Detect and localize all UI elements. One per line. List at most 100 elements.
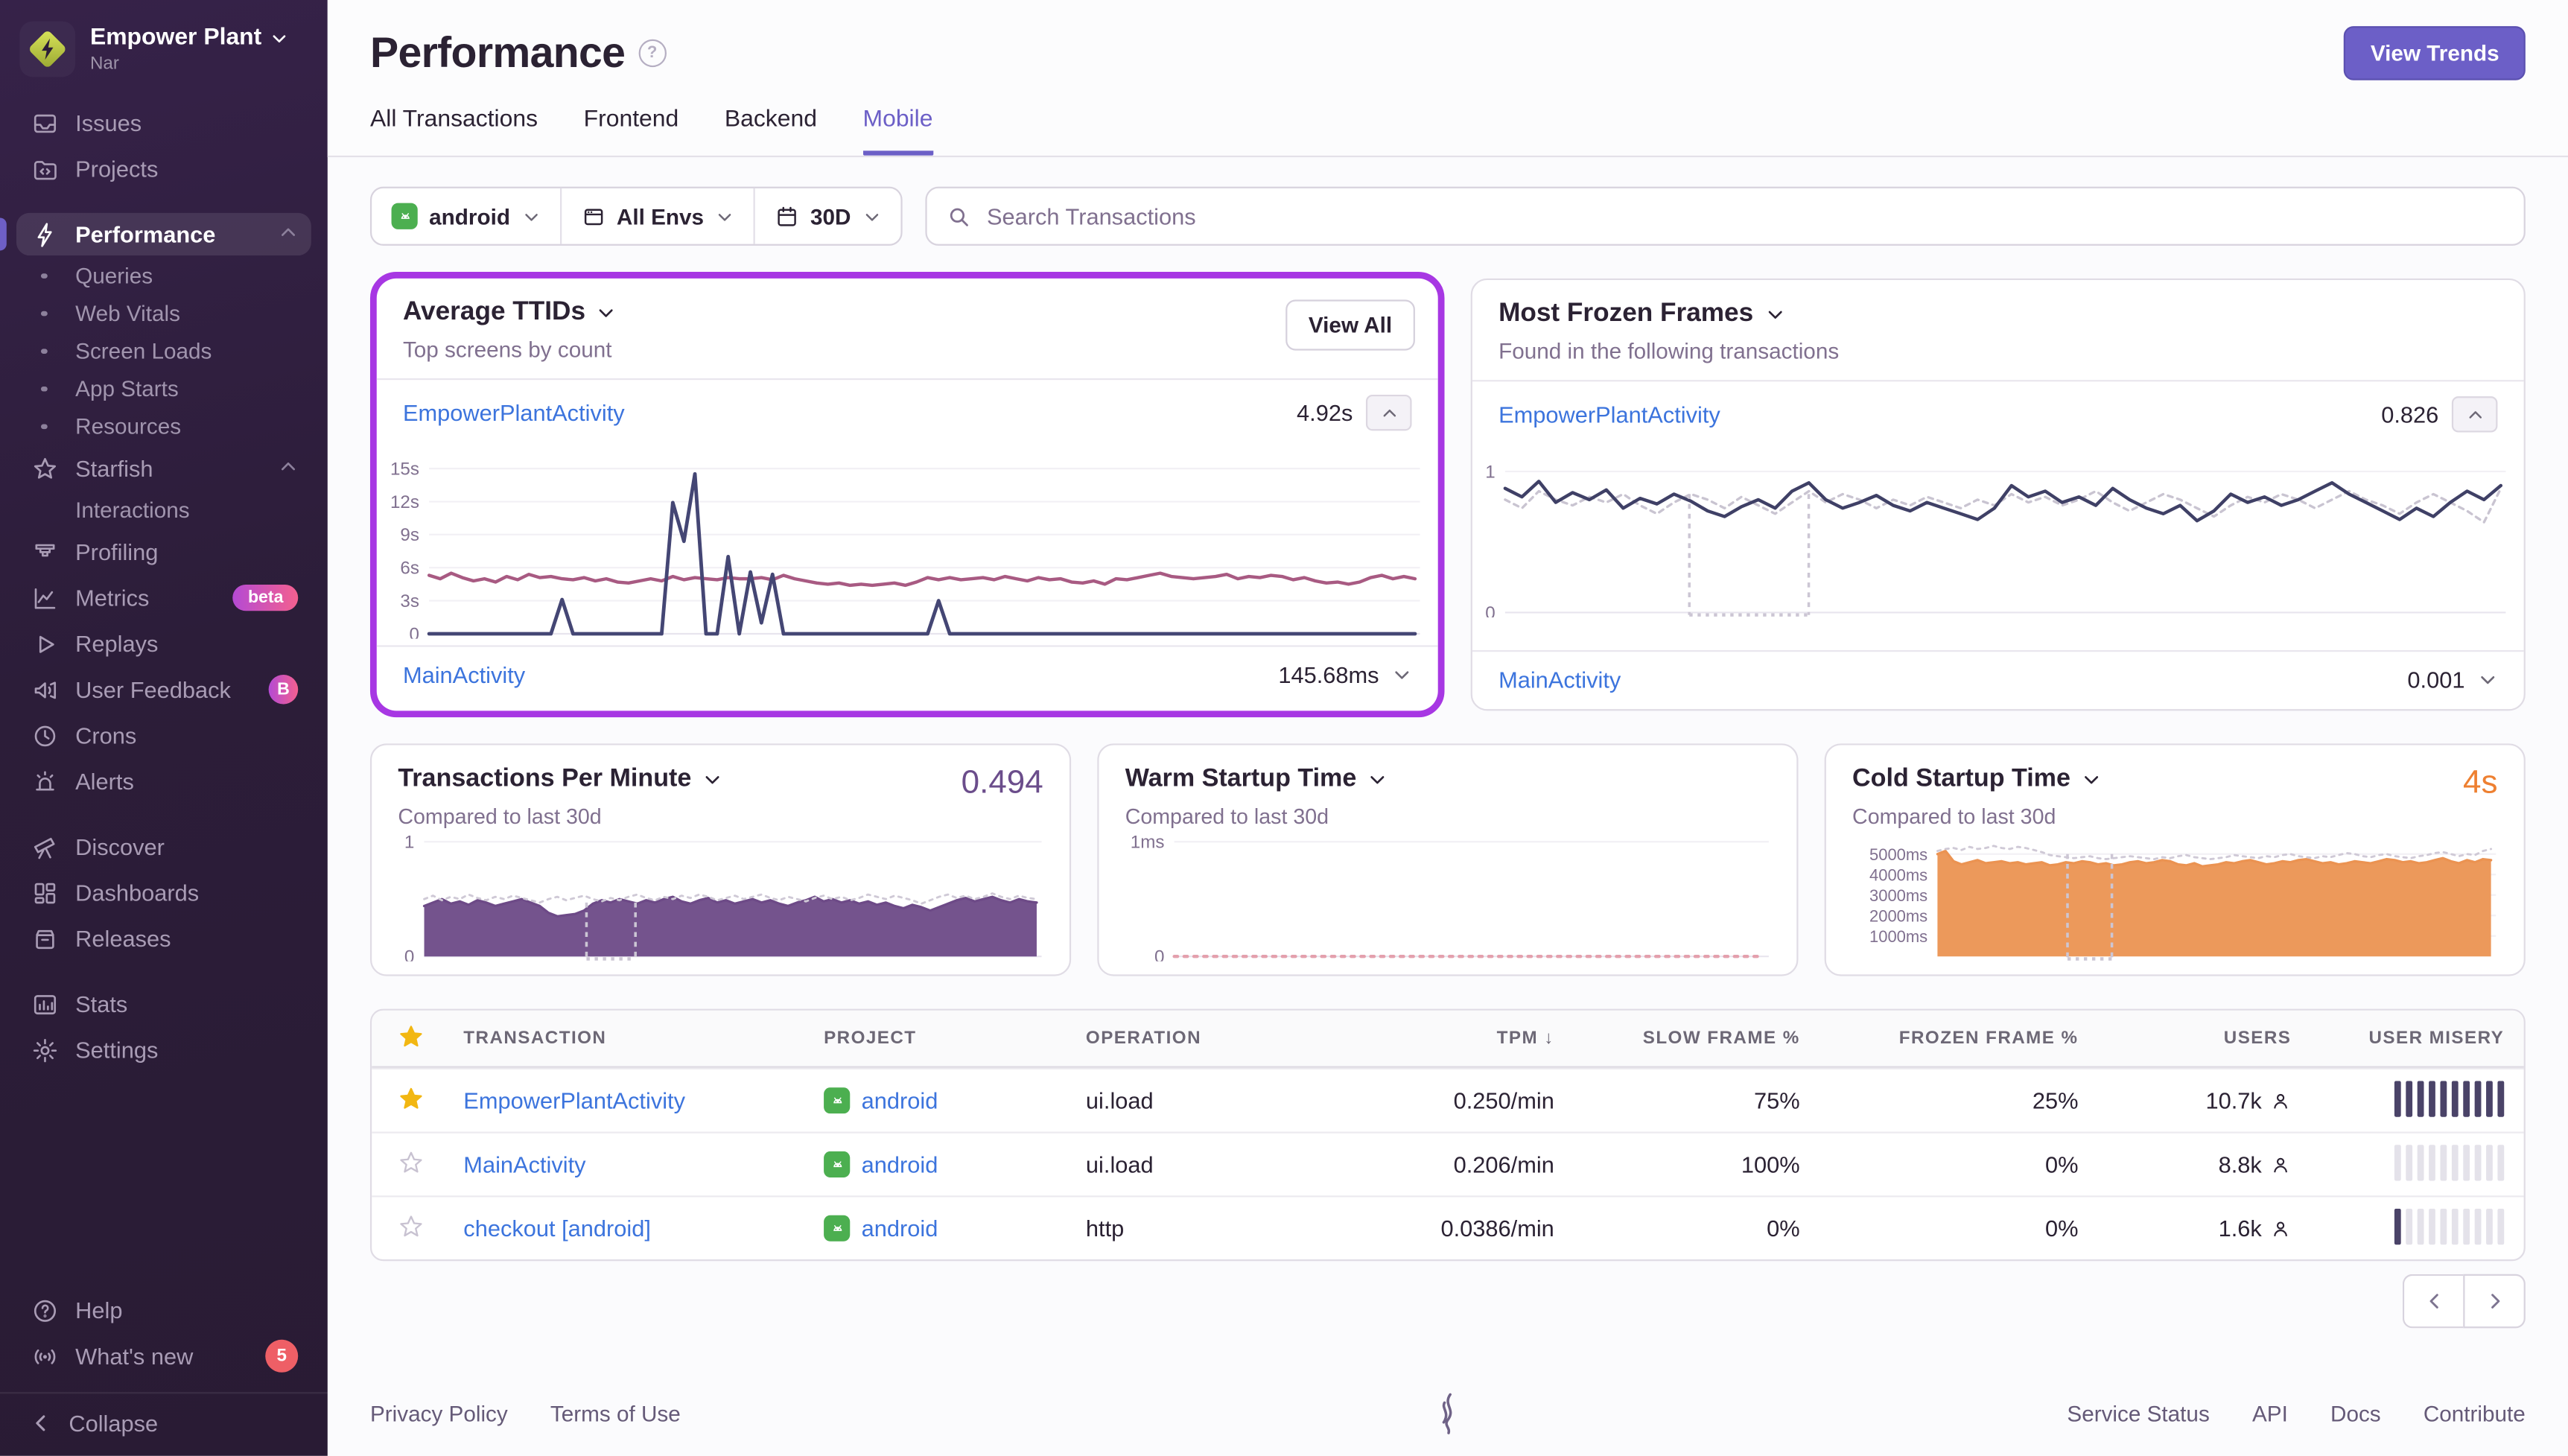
android-project-icon	[824, 1151, 851, 1178]
calendar-icon	[777, 206, 796, 226]
sidebar-item-dashboards[interactable]: Dashboards	[16, 871, 311, 914]
sidebar-item-app-starts[interactable]: App Starts	[16, 370, 311, 408]
svg-text:1: 1	[1485, 462, 1495, 482]
widget-transaction-row: EmpowerPlantActivity 0.826	[1472, 381, 2524, 447]
transaction-link[interactable]: EmpowerPlantActivity	[463, 1087, 685, 1113]
transaction-link[interactable]: checkout [android]	[463, 1215, 651, 1242]
org-switcher[interactable]: Empower Plant Nar	[0, 0, 328, 93]
column-header-star[interactable]	[372, 1023, 444, 1054]
sidebar-item-queries[interactable]: Queries	[16, 257, 311, 295]
environment-filter[interactable]: All Envs	[561, 188, 755, 244]
column-header-transaction[interactable]: TRANSACTION	[444, 1029, 804, 1048]
sidebar-item-help[interactable]: Help	[16, 1289, 311, 1332]
sidebar-item-label: Stats	[75, 991, 128, 1017]
column-header-operation[interactable]: OPERATION	[1067, 1029, 1361, 1048]
sidebar-item-stats[interactable]: Stats	[16, 982, 311, 1025]
svg-text:1000ms: 1000ms	[1869, 927, 1927, 946]
transaction-link[interactable]: MainActivity	[403, 661, 525, 687]
transaction-link[interactable]: MainActivity	[1498, 667, 1621, 693]
tab-backend[interactable]: Backend	[725, 107, 817, 156]
previous-page-button[interactable]	[2402, 1274, 2464, 1329]
slow-frame-cell: 100%	[1741, 1151, 1800, 1178]
column-header-tpm[interactable]: TPM ↓	[1361, 1029, 1574, 1048]
user-icon	[2274, 1221, 2287, 1236]
chevron-down-icon[interactable]	[1368, 770, 1388, 789]
sidebar-item-discover[interactable]: Discover	[16, 825, 311, 868]
view-all-button[interactable]: View All	[1285, 299, 1415, 351]
sidebar-item-profiling[interactable]: Profiling	[16, 530, 311, 573]
column-header-slow-frame-[interactable]: SLOW FRAME %	[1574, 1029, 1819, 1048]
sidebar-item-whats-new[interactable]: What's new 5	[16, 1333, 311, 1379]
chevron-down-icon[interactable]	[597, 303, 616, 322]
project-link[interactable]: android	[824, 1215, 1046, 1242]
transaction-link[interactable]: MainActivity	[463, 1151, 585, 1177]
expand-series-button[interactable]	[1392, 665, 1411, 684]
sidebar-item-screen-loads[interactable]: Screen Loads	[16, 332, 311, 370]
expand-series-button[interactable]	[2478, 670, 2497, 689]
transaction-link[interactable]: EmpowerPlantActivity	[403, 400, 625, 426]
sidebar-item-releases[interactable]: Releases	[16, 917, 311, 959]
star-filled-icon[interactable]	[398, 1023, 424, 1049]
sidebar-item-label: Crons	[75, 722, 137, 748]
page-footer: Privacy Policy Terms of Use Service Statu…	[370, 1376, 2526, 1456]
chevron-down-icon	[718, 213, 731, 220]
sidebar-item-label: Performance	[75, 220, 216, 248]
collapse-series-button[interactable]	[2451, 396, 2498, 433]
column-header-project[interactable]: PROJECT	[804, 1029, 1067, 1048]
date-filter[interactable]: 30D	[754, 188, 900, 244]
svg-text:12s: 12s	[390, 492, 419, 512]
sidebar-item-web-vitals[interactable]: Web Vitals	[16, 295, 311, 333]
column-header-user-misery[interactable]: USER MISERY	[2311, 1029, 2524, 1048]
next-page-button[interactable]	[2463, 1274, 2526, 1329]
sidebar-item-starfish[interactable]: Starfish	[16, 447, 311, 489]
chevron-down-icon	[524, 213, 537, 220]
frozen-frame-cell: 0%	[2045, 1151, 2079, 1178]
sidebar-item-metrics[interactable]: Metrics beta	[16, 576, 311, 619]
column-header-frozen-frame-[interactable]: FROZEN FRAME %	[1819, 1029, 2098, 1048]
tpm-chart-svg: 10	[404, 835, 1042, 961]
frozen-chart: 10	[1479, 454, 2508, 617]
collapse-series-button[interactable]	[1365, 394, 1412, 431]
footer-link-terms-of-use[interactable]: Terms of Use	[550, 1402, 681, 1426]
sidebar-item-performance[interactable]: Performance	[0, 212, 311, 256]
sidebar-item-crons[interactable]: Crons	[16, 714, 311, 757]
transaction-link[interactable]: EmpowerPlantActivity	[1498, 401, 1720, 427]
sidebar-item-issues[interactable]: Issues	[16, 101, 311, 144]
sort-desc-icon: ↓	[1544, 1028, 1554, 1049]
chevron-down-icon[interactable]	[703, 770, 722, 789]
tab-mobile[interactable]: Mobile	[862, 107, 933, 156]
star-outline-icon[interactable]	[398, 1212, 424, 1239]
footer-link-service-status[interactable]: Service Status	[2067, 1402, 2209, 1426]
star-outline-icon[interactable]	[398, 1149, 424, 1175]
chevron-down-icon[interactable]	[2082, 770, 2101, 789]
view-trends-button[interactable]: View Trends	[2344, 26, 2526, 80]
sidebar-item-replays[interactable]: Replays	[16, 623, 311, 665]
sidebar-item-projects[interactable]: Projects	[16, 147, 311, 190]
project-link[interactable]: android	[824, 1087, 1046, 1114]
svg-text:0: 0	[1154, 947, 1164, 961]
footer-link-api[interactable]: API	[2252, 1402, 2288, 1426]
footer-link-contribute[interactable]: Contribute	[2424, 1402, 2526, 1426]
chevron-down-icon[interactable]	[1765, 305, 1784, 324]
column-header-users[interactable]: USERS	[2098, 1029, 2311, 1048]
tab-all-transactions[interactable]: All Transactions	[370, 107, 538, 156]
sidebar-item-user-feedback[interactable]: User Feedback B	[16, 668, 311, 710]
help-icon[interactable]: ?	[638, 39, 667, 68]
footer-left-links: Privacy Policy Terms of Use	[370, 1402, 681, 1426]
project-filter[interactable]: android	[372, 188, 562, 244]
tab-frontend[interactable]: Frontend	[584, 107, 679, 156]
star-filled-icon[interactable]	[398, 1085, 424, 1111]
sidebar-item-alerts[interactable]: Alerts	[16, 760, 311, 802]
footer-link-docs[interactable]: Docs	[2330, 1402, 2381, 1426]
users-count: 1.6k	[2218, 1215, 2262, 1242]
svg-text:1ms: 1ms	[1131, 835, 1165, 852]
sidebar-item-settings[interactable]: Settings	[16, 1029, 311, 1071]
project-link[interactable]: android	[824, 1151, 1046, 1178]
sidebar-item-interactions[interactable]: Interactions	[16, 492, 311, 530]
sidebar-item-resources[interactable]: Resources	[16, 408, 311, 446]
main-area: Performance ? View Trends All Transactio…	[327, 0, 2568, 1456]
sidebar-collapse-button[interactable]: Collapse	[0, 1392, 328, 1456]
tpm-cell: 0.0386/min	[1440, 1215, 1554, 1242]
footer-link-privacy-policy[interactable]: Privacy Policy	[370, 1402, 508, 1426]
search-transactions-input[interactable]	[983, 201, 2505, 232]
